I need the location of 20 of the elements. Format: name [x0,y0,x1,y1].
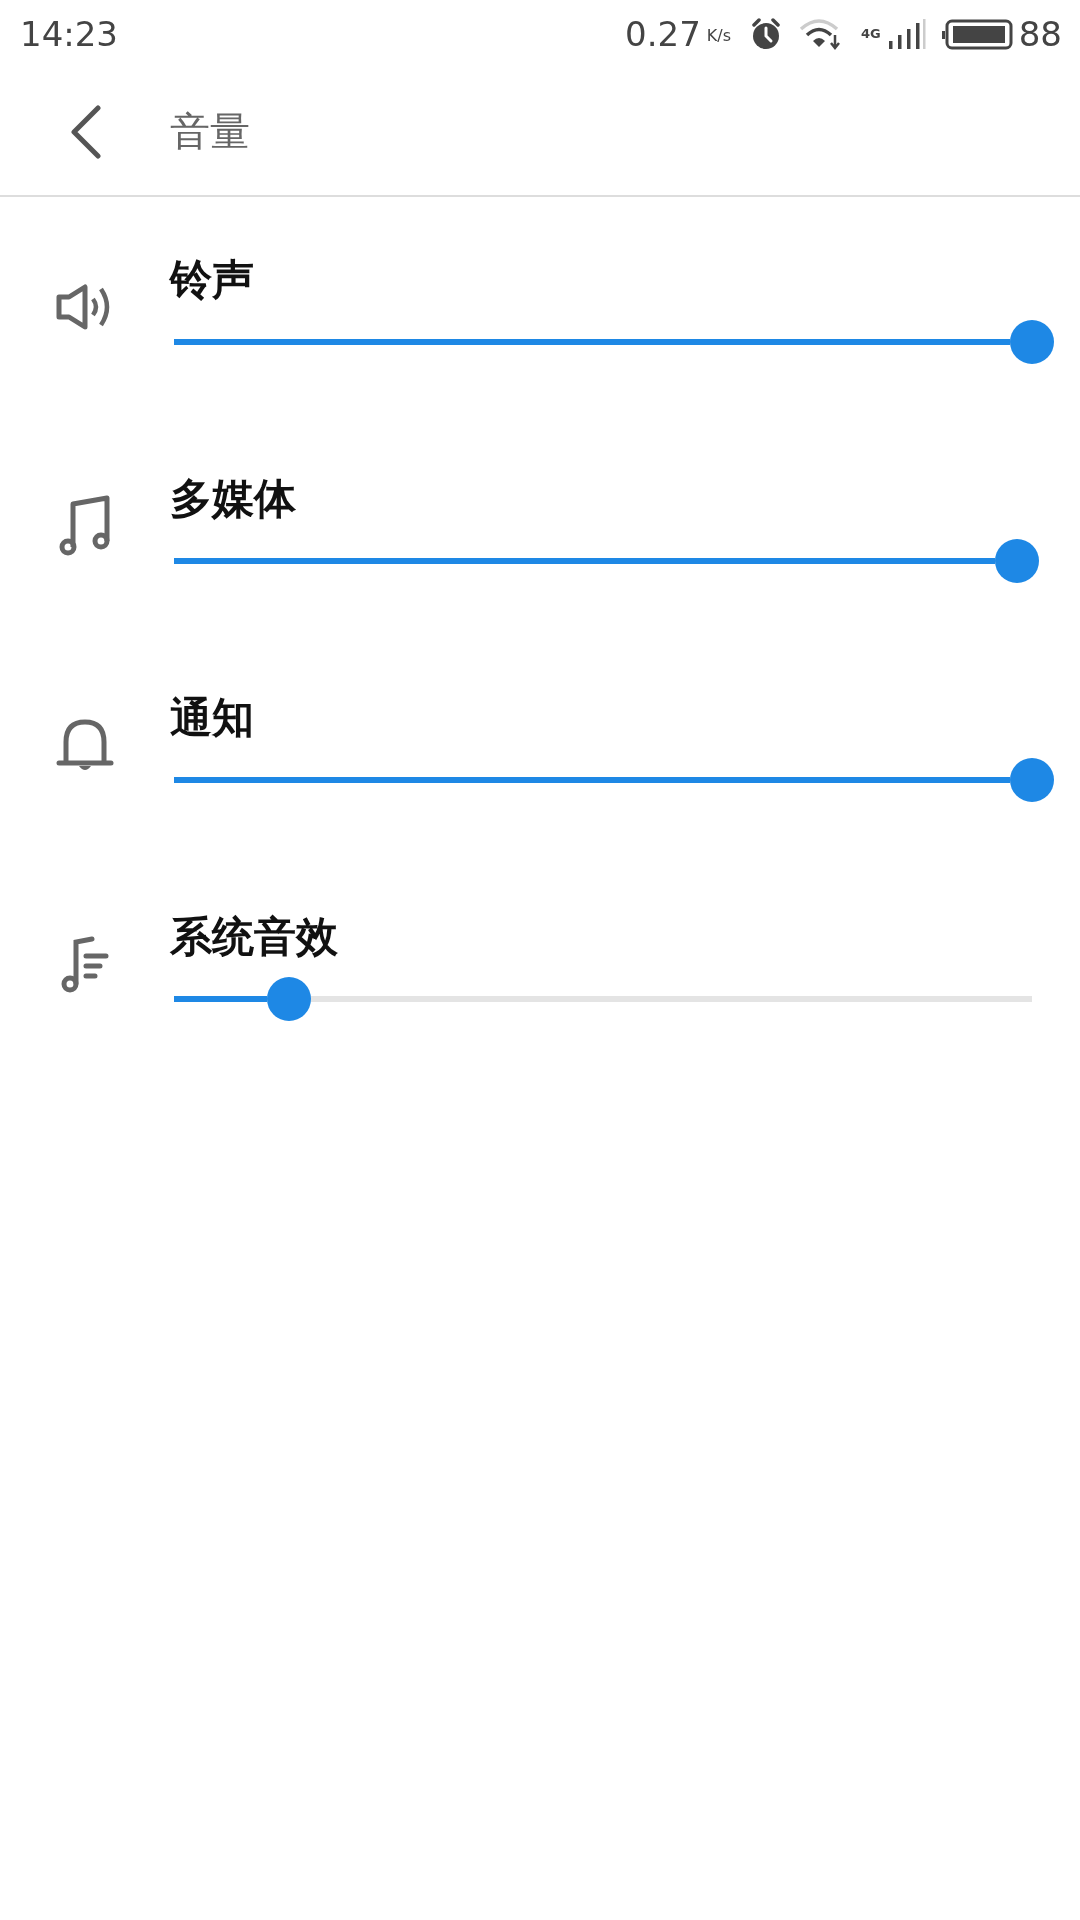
alarm-icon [749,17,783,51]
channel-label: 通知 [170,692,255,744]
slider-thumb[interactable] [266,977,311,1021]
slider-thumb[interactable] [1010,320,1054,364]
page-title: 音量 [170,107,250,156]
speed-unit: K/s [706,26,731,45]
status-time: 14:23 [20,14,118,54]
signal-icon [886,17,927,51]
channel-label: 铃声 [170,254,255,306]
channel-label: 系统音效 [170,911,339,963]
channel-label: 多媒体 [170,473,297,525]
battery-icon [940,17,1013,51]
battery-level: 88 [1018,14,1062,54]
music-note-icon [58,495,112,557]
network-speed: 0.27 [625,14,701,54]
back-icon[interactable] [68,104,104,159]
network-type: 4G [861,26,881,41]
slider-thumb[interactable] [1010,758,1054,802]
slider-thumb[interactable] [995,539,1040,583]
music-list-icon [59,935,111,993]
